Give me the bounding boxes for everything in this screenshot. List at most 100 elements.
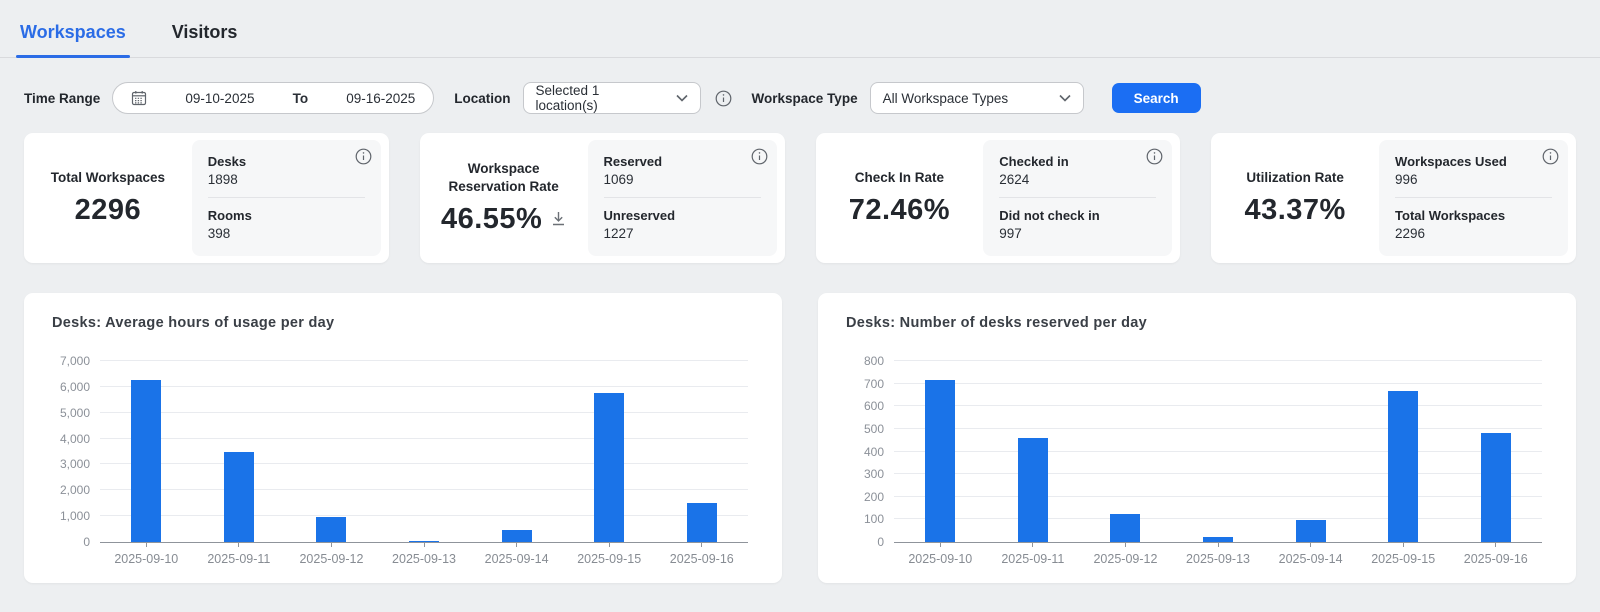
bar xyxy=(594,393,624,542)
x-axis-tick xyxy=(146,543,147,547)
x-axis-tick-label: 2025-09-11 xyxy=(1001,552,1064,566)
y-axis-tick-label: 600 xyxy=(836,399,884,413)
breakdown-label: Total Workspaces xyxy=(1395,208,1552,223)
x-axis-tick-label: 2025-09-12 xyxy=(299,552,363,566)
breakdown-value: 1069 xyxy=(604,172,761,187)
x-axis-tick xyxy=(1495,543,1496,547)
y-axis-tick-label: 700 xyxy=(836,377,884,391)
x-axis-tick-label: 2025-09-15 xyxy=(1371,552,1435,566)
tab-workspaces[interactable]: Workspaces xyxy=(16,22,130,57)
download-icon[interactable] xyxy=(551,211,566,227)
date-from-value[interactable]: 09-10-2025 xyxy=(185,91,254,106)
breakdown-value: 1898 xyxy=(208,172,365,187)
x-axis-tick-label: 2025-09-13 xyxy=(392,552,456,566)
calendar-icon[interactable] xyxy=(131,90,147,106)
x-axis-tick-label: 2025-09-10 xyxy=(114,552,178,566)
breakdown-value: 996 xyxy=(1395,172,1552,187)
bar xyxy=(316,517,346,542)
x-axis-tick-label: 2025-09-13 xyxy=(1186,552,1250,566)
breakdown-value: 997 xyxy=(999,226,1156,241)
y-axis-tick-label: 1,000 xyxy=(42,509,90,523)
y-axis-tick-label: 3,000 xyxy=(42,457,90,471)
info-icon[interactable] xyxy=(1542,148,1559,165)
workspace-type-dropdown[interactable]: All Workspace Types xyxy=(870,82,1084,114)
breakdown-label: Rooms xyxy=(208,208,365,223)
stats-row: Total Workspaces 2296 Desks 1898 Rooms 3… xyxy=(24,133,1576,263)
stat-card-check-in-rate: Check In Rate 72.46% Checked in 2624 Did… xyxy=(816,133,1181,263)
x-axis-tick xyxy=(701,543,702,547)
x-axis-tick-label: 2025-09-15 xyxy=(577,552,641,566)
time-range-label: Time Range xyxy=(24,91,100,106)
breakdown-label: Desks xyxy=(208,154,365,169)
y-axis-tick-label: 4,000 xyxy=(42,432,90,446)
bar xyxy=(502,530,532,542)
date-to-value[interactable]: 09-16-2025 xyxy=(346,91,415,106)
stat-breakdown-panel: Desks 1898 Rooms 398 xyxy=(192,140,381,256)
location-label: Location xyxy=(454,91,510,106)
bar xyxy=(925,380,955,542)
x-axis-tick xyxy=(238,543,239,547)
date-to-label: To xyxy=(293,91,309,106)
tab-visitors[interactable]: Visitors xyxy=(168,22,242,57)
stat-breakdown-panel: Checked in 2624 Did not check in 997 xyxy=(983,140,1172,256)
y-axis-tick-label: 100 xyxy=(836,512,884,526)
tab-bar: Workspaces Visitors xyxy=(0,0,1600,58)
breakdown-label: Unreserved xyxy=(604,208,761,223)
chevron-down-icon xyxy=(676,94,688,102)
plot-area: 0100200300400500600700800 xyxy=(894,361,1542,543)
stat-value: 2296 xyxy=(75,194,142,227)
bar xyxy=(1481,433,1511,542)
stat-title: Total Workspaces xyxy=(51,169,165,187)
stat-title: Check In Rate xyxy=(855,169,944,187)
y-axis-tick-label: 7,000 xyxy=(42,354,90,368)
x-axis-tick xyxy=(331,543,332,547)
bar xyxy=(409,541,439,542)
workspace-type-label: Workspace Type xyxy=(752,91,858,106)
x-axis-tick xyxy=(1403,543,1404,547)
info-icon[interactable] xyxy=(1146,148,1163,165)
y-axis-tick-label: 6,000 xyxy=(42,380,90,394)
filter-bar: Time Range 09-10-2025 To 09-16-2025 Loca… xyxy=(24,82,1600,114)
y-axis-tick-label: 300 xyxy=(836,467,884,481)
workspace-type-dropdown-value: All Workspace Types xyxy=(883,91,1009,106)
breakdown-value: 398 xyxy=(208,226,365,241)
x-axis-tick xyxy=(1125,543,1126,547)
bar xyxy=(224,452,254,543)
date-range-input[interactable]: 09-10-2025 To 09-16-2025 xyxy=(112,82,434,114)
divider xyxy=(208,197,365,198)
x-axis-tick xyxy=(424,543,425,547)
x-axis-labels: 2025-09-102025-09-112025-09-122025-09-13… xyxy=(894,543,1542,566)
x-axis-tick-label: 2025-09-14 xyxy=(485,552,549,566)
x-axis-tick-label: 2025-09-11 xyxy=(207,552,270,566)
breakdown-label: Reserved xyxy=(604,154,761,169)
stat-card-total-workspaces: Total Workspaces 2296 Desks 1898 Rooms 3… xyxy=(24,133,389,263)
search-button[interactable]: Search xyxy=(1112,83,1201,113)
bar xyxy=(131,380,161,542)
chart-desks-usage-hours: Desks: Average hours of usage per day 01… xyxy=(24,293,782,583)
location-dropdown[interactable]: Selected 1 location(s) xyxy=(523,82,701,114)
bar xyxy=(687,503,717,542)
x-axis-tick xyxy=(1032,543,1033,547)
x-axis-tick-label: 2025-09-10 xyxy=(908,552,972,566)
location-info-icon[interactable] xyxy=(715,90,732,107)
info-icon[interactable] xyxy=(355,148,372,165)
stat-value: 43.37% xyxy=(1244,194,1345,227)
breakdown-value: 1227 xyxy=(604,226,761,241)
x-axis-tick-label: 2025-09-14 xyxy=(1279,552,1343,566)
bar xyxy=(1203,537,1233,542)
bar xyxy=(1110,514,1140,542)
charts-row: Desks: Average hours of usage per day 01… xyxy=(24,293,1576,583)
divider xyxy=(999,197,1156,198)
stat-value: 46.55% xyxy=(441,203,542,236)
breakdown-label: Did not check in xyxy=(999,208,1156,223)
breakdown-label: Workspaces Used xyxy=(1395,154,1552,169)
stat-card-reservation-rate: Workspace Reservation Rate 46.55% Reserv… xyxy=(420,133,785,263)
stat-value: 72.46% xyxy=(849,194,950,227)
y-axis-tick-label: 0 xyxy=(42,535,90,549)
y-axis-tick-label: 500 xyxy=(836,422,884,436)
stat-breakdown-panel: Workspaces Used 996 Total Workspaces 229… xyxy=(1379,140,1568,256)
plot-area: 01,0002,0003,0004,0005,0006,0007,000 xyxy=(100,361,748,543)
divider xyxy=(1395,197,1552,198)
y-axis-tick-label: 400 xyxy=(836,445,884,459)
info-icon[interactable] xyxy=(751,148,768,165)
